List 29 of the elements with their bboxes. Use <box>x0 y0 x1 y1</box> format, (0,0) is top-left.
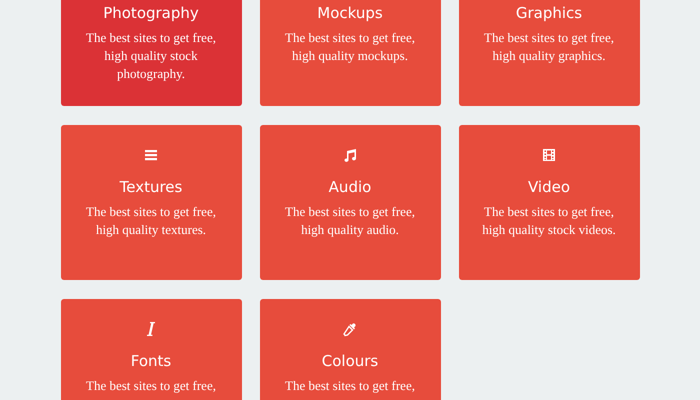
category-card[interactable]: Audio The best sites to get free, high quality audio. <box>260 125 440 280</box>
card-description: The best sites to get free, <box>86 377 216 395</box>
eyedropper-icon <box>343 322 357 336</box>
card-title: Textures <box>120 177 182 197</box>
category-card[interactable]: Mockups The best sites to get free, high quality mockups. <box>260 0 440 106</box>
italic-icon <box>147 321 155 337</box>
category-card[interactable]: Video The best sites to get free, high quality stock videos. <box>458 125 640 280</box>
category-card[interactable]: Colours The best sites to get free, <box>260 299 440 400</box>
category-card[interactable]: Fonts The best sites to get free, <box>60 299 242 400</box>
card-title: Video <box>528 177 570 197</box>
card-description: The best sites to get free, high quality audio. <box>284 203 416 239</box>
card-title: Photography <box>103 3 199 23</box>
card-title: Graphics <box>516 3 582 23</box>
music-note-icon <box>343 148 357 162</box>
film-icon <box>542 148 556 162</box>
card-description: The best sites to get free, high quality stock photography. <box>85 29 217 83</box>
list-icon <box>144 148 158 162</box>
card-description: The best sites to get free, high quality mockups. <box>284 29 416 65</box>
category-card[interactable]: Graphics The best sites to get free, high quality graphics. <box>458 0 640 106</box>
category-card[interactable]: Photography The best sites to get free, high quality stock photography. <box>60 0 242 106</box>
card-description: The best sites to get free, high quality stock videos. <box>481 203 617 239</box>
category-card[interactable]: Textures The best sites to get free, high quality textures. <box>60 125 242 280</box>
card-description: The best sites to get free, <box>285 377 415 395</box>
card-title: Mockups <box>317 3 383 23</box>
card-title: Fonts <box>130 351 172 371</box>
card-description: The best sites to get free, high quality textures. <box>85 203 217 239</box>
card-description: The best sites to get free, high quality graphics. <box>483 29 615 65</box>
card-title: Audio <box>328 177 372 197</box>
card-title: Colours <box>322 351 378 371</box>
